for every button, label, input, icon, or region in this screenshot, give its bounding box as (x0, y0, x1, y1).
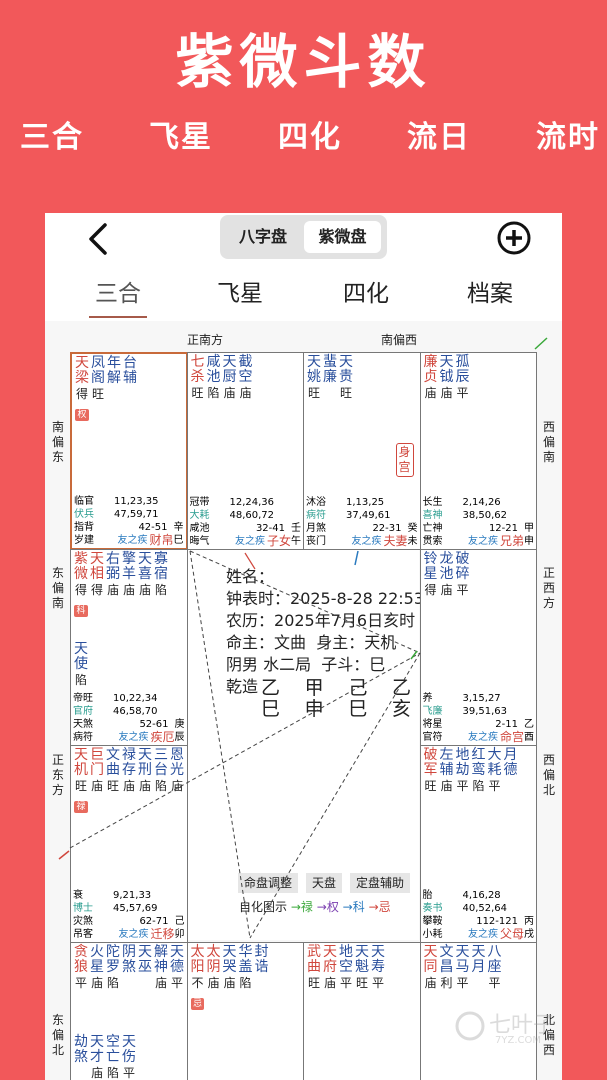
ji-flight-arrow-icon (244, 552, 256, 570)
banner-sub-feixing: 飞星 (149, 120, 213, 155)
phone-screen: 八字盘 紫微盘 三合 飞星 四化 档案 正南方 南偏西 南偏东 东偏南 正东方 … (45, 213, 562, 1080)
banner-sub-sihua: 四化 (278, 120, 342, 155)
banner-sub-liushi: 流时 (536, 120, 600, 155)
banner-subtitles: 三合 飞星 四化 流日 流时 (20, 112, 600, 156)
banner-title: 紫微斗数 (175, 28, 432, 96)
watermark-logo: 七叶子 7YZ.COM (455, 1003, 555, 1053)
leaf-logo-icon (455, 1011, 485, 1041)
ke-flight-arrow-icon (354, 550, 359, 566)
banner-sub-sanhe: 三合 (20, 120, 84, 155)
watermark-sub: 7YZ.COM (495, 1035, 541, 1046)
ji-out-arrow-icon (58, 850, 70, 860)
lu-out-arrow-icon (534, 337, 548, 350)
lu-flight-arrow-icon (410, 650, 418, 660)
sanhe-lines (58, 337, 548, 939)
banner-sub-liuri: 流日 (407, 120, 471, 155)
